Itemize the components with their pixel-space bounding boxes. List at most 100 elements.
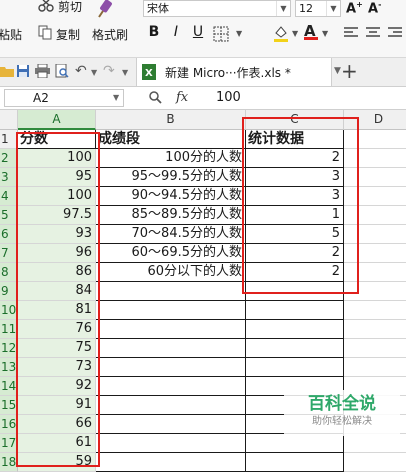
column-header-b[interactable]: B: [96, 110, 246, 130]
cell-range[interactable]: 100分的人数: [96, 149, 246, 168]
cell-count[interactable]: [246, 453, 344, 472]
column-header-a[interactable]: A: [18, 110, 96, 130]
row-header-15[interactable]: 15: [0, 396, 18, 415]
cell[interactable]: [344, 453, 406, 472]
select-all-corner[interactable]: [0, 110, 18, 130]
cell-count[interactable]: 3: [246, 168, 344, 187]
bold-button[interactable]: B: [145, 24, 163, 40]
cell-range[interactable]: [96, 377, 246, 396]
cell-count[interactable]: [246, 320, 344, 339]
cell-range[interactable]: [96, 282, 246, 301]
cell-range[interactable]: [96, 396, 246, 415]
function-button[interactable]: fx: [176, 90, 188, 105]
cell-score[interactable]: 96: [18, 244, 96, 263]
cell-score[interactable]: 86: [18, 263, 96, 282]
cell-score[interactable]: 76: [18, 320, 96, 339]
format-painter-icon[interactable]: [96, 0, 114, 21]
row-header-18[interactable]: 18: [0, 453, 18, 472]
chevron-down-icon[interactable]: ▼: [292, 29, 298, 38]
align-left-icon[interactable]: [344, 27, 358, 42]
row-header-1[interactable]: 1: [0, 130, 18, 149]
cell-range[interactable]: 90～94.5分的人数: [96, 187, 246, 206]
cell-count[interactable]: 5: [246, 225, 344, 244]
row-header-3[interactable]: 3: [0, 168, 18, 187]
cell[interactable]: [344, 263, 406, 282]
row-header-5[interactable]: 5: [0, 206, 18, 225]
cut-button[interactable]: 剪切: [58, 0, 82, 15]
folder-icon[interactable]: [0, 64, 16, 80]
row-header-12[interactable]: 12: [0, 339, 18, 358]
row-header-11[interactable]: 11: [0, 320, 18, 339]
cell[interactable]: [344, 301, 406, 320]
cell-score[interactable]: 97.5: [18, 206, 96, 225]
cell[interactable]: [344, 168, 406, 187]
chevron-down-icon[interactable]: ▼: [236, 29, 242, 38]
cell-range[interactable]: [96, 320, 246, 339]
cell[interactable]: [344, 206, 406, 225]
cell[interactable]: [344, 282, 406, 301]
print-preview-icon[interactable]: [55, 63, 71, 80]
name-box[interactable]: A2: [4, 89, 124, 107]
row-header-9[interactable]: 9: [0, 282, 18, 301]
cell-score[interactable]: 93: [18, 225, 96, 244]
cell[interactable]: [344, 339, 406, 358]
formula-input[interactable]: 100: [216, 90, 241, 105]
cell-range[interactable]: [96, 434, 246, 453]
chevron-down-icon[interactable]: ▼: [334, 66, 341, 76]
cell-range[interactable]: 60分以下的人数: [96, 263, 246, 282]
row-header-10[interactable]: 10: [0, 301, 18, 320]
chevron-down-icon[interactable]: ▼: [113, 93, 119, 102]
cell-count[interactable]: 2: [246, 149, 344, 168]
cell[interactable]: [344, 225, 406, 244]
cell-range[interactable]: 95～99.5分的人数: [96, 168, 246, 187]
cell-range[interactable]: [96, 415, 246, 434]
shrink-font-icon[interactable]: A-: [368, 0, 381, 16]
row-header-14[interactable]: 14: [0, 377, 18, 396]
row-header-2[interactable]: 2: [0, 149, 18, 168]
fill-color-icon[interactable]: [272, 24, 290, 45]
cell-range[interactable]: [96, 301, 246, 320]
cell-range[interactable]: 85～89.5分的人数: [96, 206, 246, 225]
chevron-down-icon[interactable]: ▼: [276, 1, 290, 16]
border-icon[interactable]: [213, 26, 229, 45]
cell-score[interactable]: 75: [18, 339, 96, 358]
cell-score[interactable]: 84: [18, 282, 96, 301]
zoom-icon[interactable]: [148, 90, 162, 107]
cell[interactable]: [344, 187, 406, 206]
font-name-select[interactable]: 宋体 ▼: [143, 0, 291, 17]
cell-count[interactable]: 3: [246, 187, 344, 206]
copy-icon[interactable]: [38, 25, 52, 43]
align-right-icon[interactable]: [388, 27, 402, 42]
italic-button[interactable]: I: [167, 24, 185, 40]
chevron-down-icon[interactable]: ▼: [322, 29, 328, 38]
row-header-13[interactable]: 13: [0, 358, 18, 377]
cell-count[interactable]: [246, 301, 344, 320]
cell-range[interactable]: 70～84.5分的人数: [96, 225, 246, 244]
row-header-16[interactable]: 16: [0, 415, 18, 434]
cell[interactable]: [344, 434, 406, 453]
cell-score[interactable]: 100: [18, 187, 96, 206]
tab-document[interactable]: X 新建 Micro···作表.xls *: [136, 58, 332, 86]
grow-font-icon[interactable]: A+: [346, 0, 363, 16]
redo-icon[interactable]: ↷: [103, 64, 119, 80]
row-header-8[interactable]: 8: [0, 263, 18, 282]
cell[interactable]: [344, 244, 406, 263]
underline-button[interactable]: U: [189, 24, 207, 40]
cell-header-range[interactable]: 成绩段: [96, 130, 246, 149]
cell-score[interactable]: 91: [18, 396, 96, 415]
save-icon[interactable]: [16, 64, 32, 80]
cell[interactable]: [344, 130, 406, 149]
column-header-c[interactable]: C: [246, 110, 344, 130]
cell-score[interactable]: 59: [18, 453, 96, 472]
paste-button[interactable]: 粘贴: [0, 26, 22, 43]
cell-range[interactable]: [96, 453, 246, 472]
cell-count[interactable]: 2: [246, 244, 344, 263]
cell-range[interactable]: 60～69.5分的人数: [96, 244, 246, 263]
cell-count[interactable]: [246, 434, 344, 453]
cell[interactable]: [344, 149, 406, 168]
cut-icon[interactable]: [38, 0, 54, 15]
column-header-d[interactable]: D: [344, 110, 406, 130]
cell-score[interactable]: 81: [18, 301, 96, 320]
cell-range[interactable]: [96, 339, 246, 358]
add-tab-button[interactable]: +: [341, 59, 358, 83]
